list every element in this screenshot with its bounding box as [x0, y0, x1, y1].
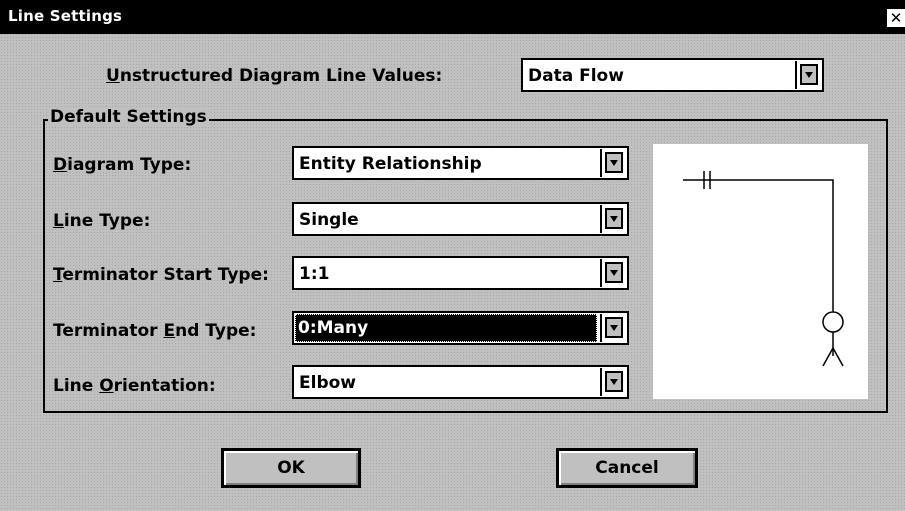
diagram-type-label: Diagram Type: [53, 155, 192, 175]
diagram-type-dropdown[interactable]: Entity Relationship [292, 146, 629, 180]
diagram-type-value: Entity Relationship [299, 154, 482, 174]
chevron-down-icon[interactable] [600, 149, 626, 177]
terminator-end-type-label: Terminator End Type: [53, 321, 257, 341]
ok-button[interactable]: OK [221, 448, 361, 488]
unstructured-line-values-dropdown[interactable]: Data Flow [521, 58, 824, 92]
chevron-down-icon[interactable] [795, 61, 821, 89]
line-preview [653, 144, 868, 399]
close-icon[interactable]: ✕ [887, 9, 905, 27]
cancel-button[interactable]: Cancel [556, 448, 698, 488]
line-orientation-dropdown[interactable]: Elbow [292, 365, 629, 399]
line-preview-diagram [683, 171, 844, 367]
unstructured-line-values-label: Unstructured Diagram Line Values: [106, 66, 443, 86]
line-type-dropdown[interactable]: Single [292, 202, 629, 236]
default-settings-title: Default Settings [48, 107, 209, 127]
chevron-down-icon[interactable] [600, 368, 626, 396]
terminator-end-type-dropdown[interactable]: 0:Many [292, 311, 629, 345]
terminator-end-type-value: 0:Many [298, 318, 369, 338]
line-orientation-value: Elbow [299, 373, 356, 393]
terminator-start-type-label: Terminator Start Type: [53, 265, 269, 285]
window-title: Line Settings [8, 7, 123, 25]
line-type-value: Single [299, 210, 359, 230]
chevron-down-icon[interactable] [600, 259, 626, 287]
preview-line [683, 179, 834, 312]
chevron-down-icon[interactable] [600, 314, 626, 342]
terminator-start-type-dropdown[interactable]: 1:1 [292, 256, 629, 290]
line-type-label: Line Type: [53, 211, 151, 231]
line-orientation-label: Line Orientation: [53, 376, 216, 396]
zero-terminator-icon [822, 311, 844, 333]
terminator-start-type-value: 1:1 [299, 264, 330, 284]
chevron-down-icon[interactable] [600, 205, 626, 233]
title-bar: Line Settings ✕ [0, 0, 905, 34]
unstructured-line-values-value: Data Flow [528, 66, 624, 86]
